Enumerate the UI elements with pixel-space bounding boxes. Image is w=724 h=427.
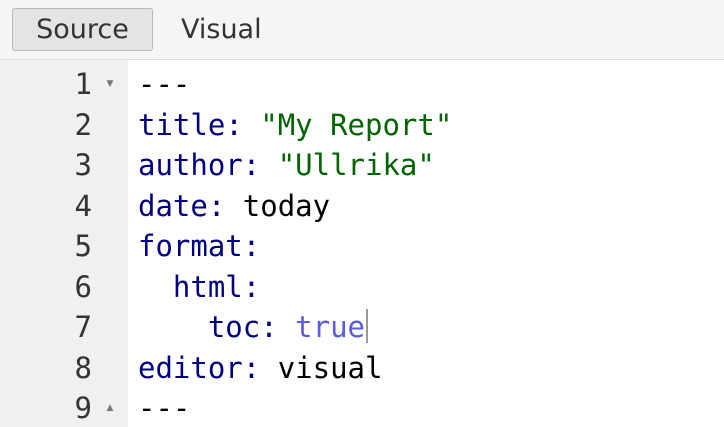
yaml-entry: toc: true (138, 307, 369, 347)
visual-tab[interactable]: Visual (180, 8, 280, 51)
yaml-plain-value: visual (277, 350, 383, 385)
yaml-key: date (138, 188, 208, 223)
line-number: 3 (74, 148, 92, 182)
yaml-plain-value: today (242, 188, 331, 223)
line-number: 1 (74, 67, 92, 101)
yaml-colon: : (242, 350, 261, 385)
yaml-colon: : (225, 107, 243, 142)
code-line: 7 toc: true (0, 307, 724, 348)
yaml-entry: author: "Ullrika" (138, 145, 435, 185)
code-line: 9 ▲ --- (0, 388, 724, 427)
yaml-colon: : (242, 148, 261, 182)
line-number: 2 (74, 107, 92, 142)
text-cursor (366, 309, 369, 343)
code-editor[interactable]: 1 ▼ --- 2 title: "My Report" 3 author: "… (0, 60, 724, 427)
yaml-delimiter: --- (138, 67, 191, 101)
yaml-entry: editor: visual (138, 348, 382, 388)
yaml-key: editor (138, 350, 243, 385)
line-number: 8 (74, 350, 92, 385)
code-line: 6 html: (0, 267, 724, 308)
code-line: 2 title: "My Report" (0, 105, 724, 146)
yaml-entry: title: "My Report" (138, 105, 452, 145)
code-line: 3 author: "Ullrika" (0, 145, 724, 186)
yaml-entry: date: today (138, 186, 330, 226)
fold-close-icon[interactable]: ▲ (103, 388, 117, 427)
line-number: 6 (74, 269, 92, 304)
yaml-string-value: "Ullrika" (277, 148, 435, 182)
yaml-key: toc (207, 310, 261, 344)
line-number: 5 (74, 229, 92, 263)
yaml-key: title (138, 107, 226, 142)
yaml-colon: : (242, 229, 261, 263)
yaml-delimiter: --- (138, 391, 191, 425)
code-line: 8 editor: visual (0, 348, 724, 389)
yaml-boolean-value: true (295, 310, 366, 344)
source-tab[interactable]: Source (12, 8, 153, 51)
code-line: 1 ▼ --- (0, 64, 724, 105)
code-line: 5 format: (0, 226, 724, 267)
yaml-key: html (172, 269, 243, 304)
line-number: 4 (74, 188, 92, 223)
code-line: 4 date: today (0, 186, 724, 227)
yaml-entry: html: (138, 267, 260, 307)
yaml-key: author (138, 148, 243, 182)
fold-open-icon[interactable]: ▼ (103, 64, 117, 104)
line-number: 7 (74, 310, 92, 344)
yaml-colon: : (260, 310, 278, 344)
yaml-colon: : (207, 188, 226, 223)
yaml-colon: : (242, 269, 261, 304)
yaml-key: format (138, 229, 243, 263)
yaml-entry: format: (138, 226, 260, 266)
yaml-string-value: "My Report" (260, 107, 453, 142)
line-number: 9 (74, 391, 92, 425)
editor-toolbar: Source Visual (0, 0, 724, 60)
